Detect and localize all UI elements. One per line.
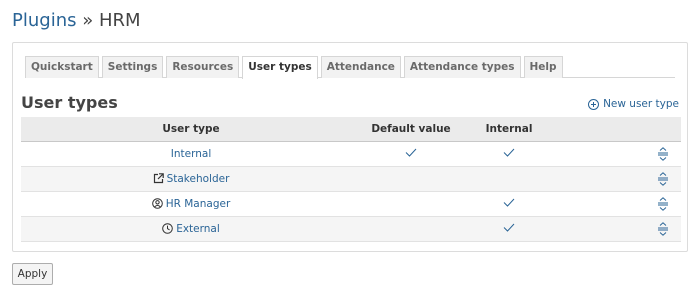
tab-attendance-types[interactable]: Attendance types — [403, 56, 521, 78]
tab-bar: Quickstart Settings Resources User types… — [25, 56, 675, 79]
user-type-link[interactable]: HR Manager — [166, 198, 231, 210]
clock-icon — [162, 222, 174, 234]
user-type-link[interactable]: Internal — [171, 148, 211, 160]
drag-handle-icon[interactable] — [657, 146, 669, 161]
cell-internal — [461, 141, 557, 167]
breadcrumb-current: HRM — [98, 10, 141, 31]
breadcrumb-separator: » — [76, 10, 99, 31]
table-row: External — [21, 216, 681, 242]
user-types-table: User type Default value Internal Interna… — [21, 117, 681, 242]
cell-drag — [557, 166, 681, 192]
cell-internal — [461, 216, 557, 242]
new-user-type-label: New user type — [603, 98, 679, 110]
cell-name: Stakeholder — [21, 166, 361, 192]
external-link-icon — [153, 172, 164, 183]
check-icon — [503, 223, 515, 232]
cell-default — [361, 216, 461, 242]
tab-help[interactable]: Help — [523, 56, 563, 78]
plus-circle-icon — [588, 98, 600, 110]
check-icon — [503, 148, 515, 157]
breadcrumb: Plugins » HRM — [12, 10, 141, 32]
cell-default — [361, 166, 461, 192]
breadcrumb-plugins-link[interactable]: Plugins — [12, 10, 76, 31]
table-row: Stakeholder — [21, 166, 681, 192]
cell-name: HR Manager — [21, 191, 361, 217]
drag-handle-icon[interactable] — [657, 171, 669, 186]
drag-handle-icon[interactable] — [657, 196, 669, 211]
cell-drag — [557, 191, 681, 217]
new-user-type-link[interactable]: New user type — [588, 97, 679, 111]
cell-name: Internal — [21, 141, 361, 167]
table-row: HR Manager — [21, 191, 681, 217]
check-icon — [405, 148, 417, 157]
table-row: Internal — [21, 141, 681, 167]
user-circle-icon — [151, 197, 163, 209]
tab-user-types[interactable]: User types — [242, 56, 318, 79]
check-icon — [503, 198, 515, 207]
section-title: User types — [21, 93, 118, 112]
user-type-link[interactable]: Stakeholder — [167, 173, 230, 185]
header-user-type: User type — [21, 117, 361, 142]
user-type-link[interactable]: External — [176, 223, 220, 235]
apply-button[interactable]: Apply — [12, 263, 53, 285]
cell-drag — [557, 141, 681, 167]
table-header-row: User type Default value Internal — [21, 117, 681, 142]
cell-default — [361, 191, 461, 217]
tab-resources[interactable]: Resources — [166, 56, 240, 78]
tab-quickstart[interactable]: Quickstart — [25, 56, 99, 78]
tab-attendance[interactable]: Attendance — [320, 56, 401, 78]
header-default-value: Default value — [361, 117, 461, 142]
header-drag — [557, 117, 681, 142]
plugin-panel: Quickstart Settings Resources User types… — [12, 42, 688, 252]
cell-internal — [461, 166, 557, 192]
cell-name: External — [21, 216, 361, 242]
cell-default — [361, 141, 461, 167]
drag-handle-icon[interactable] — [657, 221, 669, 236]
cell-drag — [557, 216, 681, 242]
header-internal: Internal — [461, 117, 557, 142]
cell-internal — [461, 191, 557, 217]
tab-settings[interactable]: Settings — [101, 56, 164, 78]
